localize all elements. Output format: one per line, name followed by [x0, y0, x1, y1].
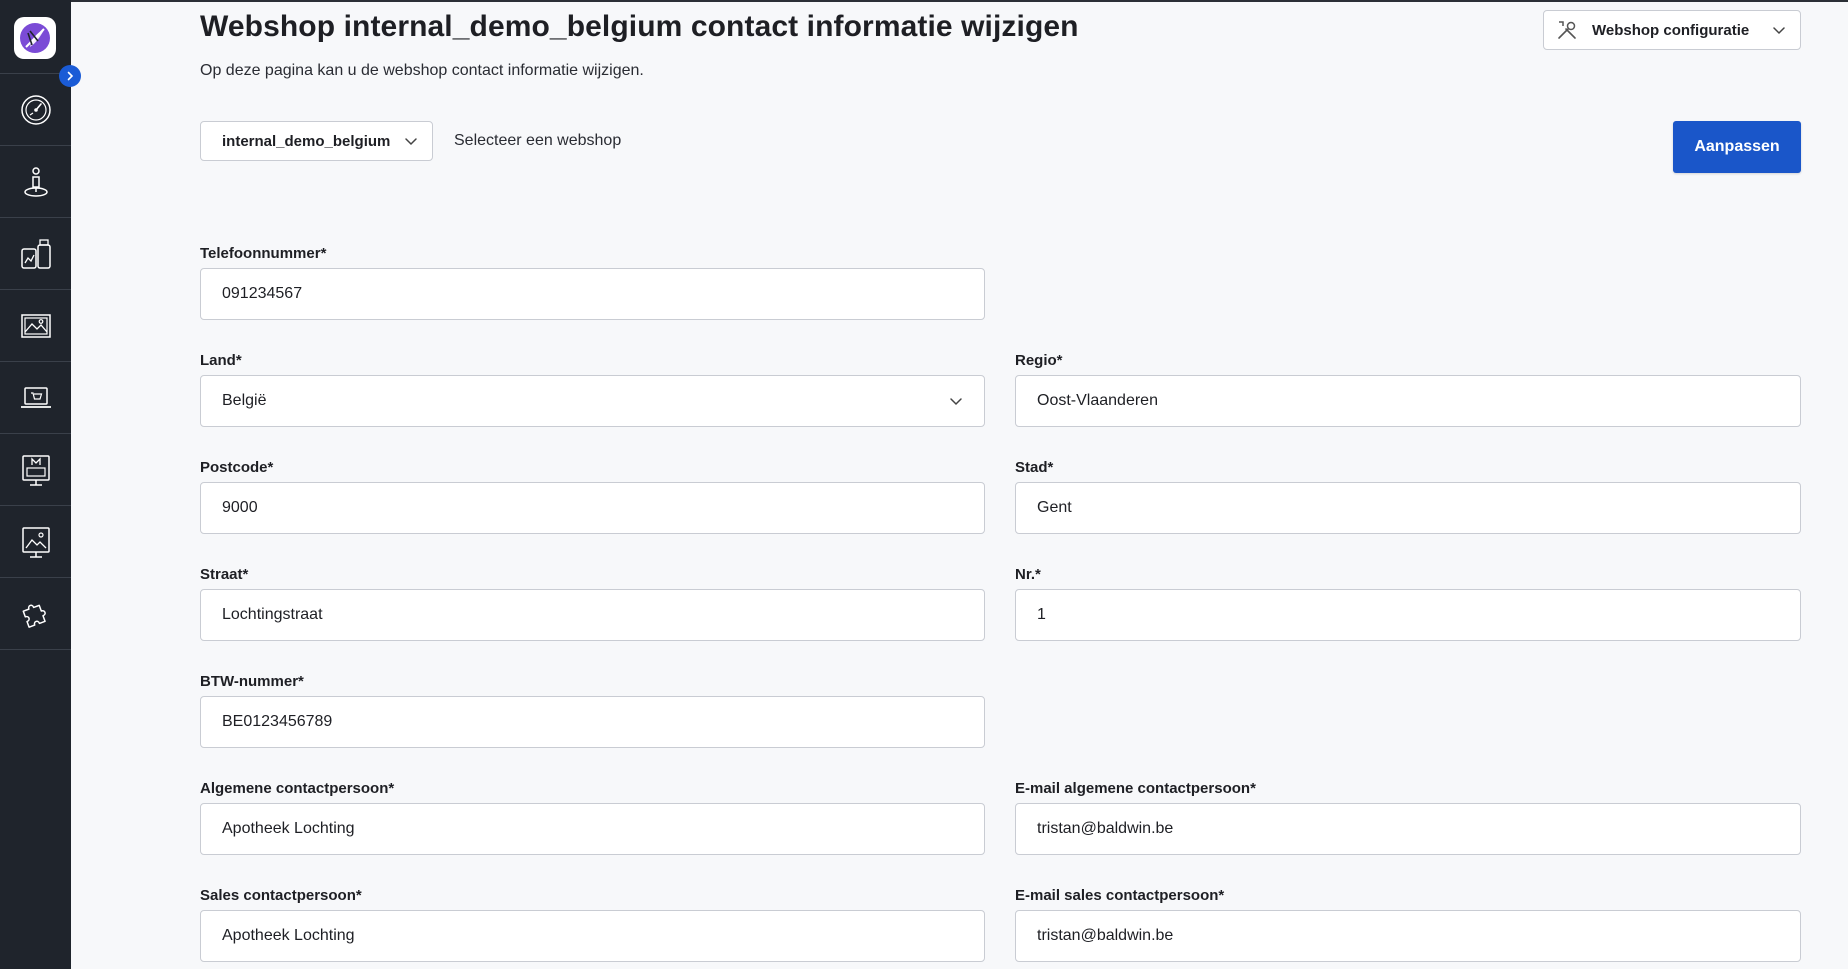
sidebar-item-products[interactable] — [0, 218, 71, 290]
general-email-field[interactable]: tristan@baldwin.be — [1015, 803, 1801, 855]
city-value: Gent — [1037, 499, 1072, 516]
display-image-icon — [21, 526, 50, 558]
street-label: Straat* — [200, 566, 249, 583]
region-value: Oost-Vlaanderen — [1037, 392, 1158, 409]
vat-field[interactable]: BE0123456789 — [200, 696, 985, 748]
dashboard-gauge-icon — [20, 94, 51, 125]
sales-email-label: E-mail sales contactpersoon* — [1015, 887, 1225, 904]
country-label: Land* — [200, 352, 242, 369]
phone-value: 091234567 — [222, 285, 303, 302]
sales-email-value: tristan@baldwin.be — [1037, 927, 1174, 944]
sales-email-field[interactable]: tristan@baldwin.be — [1015, 910, 1801, 962]
general-contact-value: Apotheek Lochting — [222, 820, 355, 837]
vat-label: BTW-nummer* — [200, 673, 304, 690]
number-value: 1 — [1037, 606, 1046, 623]
number-label: Nr.* — [1015, 566, 1041, 583]
monitor-m-icon — [21, 454, 50, 486]
country-value: België — [222, 392, 267, 409]
sidebar — [0, 0, 81, 969]
sidebar-item-users[interactable] — [0, 146, 71, 218]
street-field[interactable]: Lochtingstraat — [200, 589, 985, 641]
webshop-select-value: internal_demo_belgium — [222, 132, 391, 150]
sidebar-item-displays[interactable] — [0, 506, 71, 578]
sidebar-item-webshop[interactable] — [0, 362, 71, 434]
vat-value: BE0123456789 — [222, 713, 333, 730]
save-button[interactable]: Aanpassen — [1673, 121, 1801, 173]
city-label: Stad* — [1015, 459, 1054, 476]
region-label: Regio* — [1015, 352, 1063, 369]
sales-contact-field[interactable]: Apotheek Lochting — [200, 910, 985, 962]
sidebar-expand-button[interactable] — [59, 65, 81, 87]
postcode-value: 9000 — [222, 499, 258, 516]
region-field[interactable]: Oost-Vlaanderen — [1015, 375, 1801, 427]
logo-icon — [20, 23, 50, 53]
chevron-right-icon — [67, 71, 74, 81]
sidebar-item-marketing[interactable] — [0, 434, 71, 506]
app-logo[interactable] — [14, 17, 56, 59]
laptop-cart-icon — [20, 386, 51, 408]
number-field[interactable]: 1 — [1015, 589, 1801, 641]
city-field[interactable]: Gent — [1015, 482, 1801, 534]
person-pin-icon — [23, 166, 48, 197]
webshop-configuration-dropdown[interactable]: Webshop configuratie — [1543, 10, 1801, 50]
postcode-label: Postcode* — [200, 459, 274, 476]
chevron-down-icon — [949, 394, 963, 408]
street-value: Lochtingstraat — [222, 606, 323, 623]
chevron-down-icon — [404, 134, 418, 148]
general-contact-field[interactable]: Apotheek Lochting — [200, 803, 985, 855]
sidebar-item-media[interactable] — [0, 290, 71, 362]
sales-contact-label: Sales contactpersoon* — [200, 887, 362, 904]
wrench-screwdriver-icon — [1556, 19, 1578, 41]
page-subtitle: Op deze pagina kan u de webshop contact … — [200, 62, 644, 79]
postcode-field[interactable]: 9000 — [200, 482, 985, 534]
sales-contact-value: Apotheek Lochting — [222, 927, 355, 944]
general-email-value: tristan@baldwin.be — [1037, 820, 1174, 837]
sidebar-logo-cell — [0, 0, 71, 74]
webshop-select-hint: Selecteer een webshop — [454, 132, 622, 149]
chevron-down-icon — [1772, 23, 1786, 37]
top-border — [0, 0, 1848, 2]
sidebar-item-dashboard[interactable] — [0, 74, 71, 146]
phone-field[interactable]: 091234567 — [200, 268, 985, 320]
general-email-label: E-mail algemene contactpersoon* — [1015, 780, 1256, 797]
webshop-configuration-label: Webshop configuratie — [1592, 21, 1750, 39]
puzzle-icon — [22, 604, 46, 628]
country-select[interactable]: België — [200, 375, 985, 427]
webshop-select-dropdown[interactable]: internal_demo_belgium — [200, 121, 433, 161]
page-title: Webshop internal_demo_belgium contact in… — [200, 10, 1079, 43]
image-gallery-icon — [20, 313, 51, 338]
general-contact-label: Algemene contactpersoon* — [200, 780, 395, 797]
phone-label: Telefoonnummer* — [200, 245, 327, 262]
sidebar-item-integrations[interactable] — [0, 578, 71, 650]
products-stats-icon — [20, 238, 51, 269]
